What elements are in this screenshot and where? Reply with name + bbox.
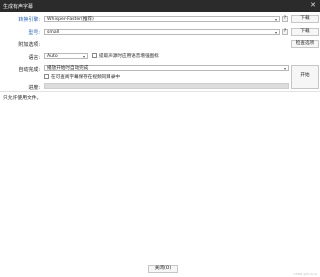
chevron-down-icon: ▾ [274,30,277,35]
chevron-down-icon: ▾ [283,66,286,71]
model-type-help-button[interactable]: ? [282,29,288,35]
chevron-down-icon: ▾ [274,17,277,22]
model-type-select[interactable]: small ▾ [44,29,280,35]
extra-options-label: 附加选项: [18,42,40,48]
close-icon[interactable]: ✕ [310,2,316,9]
check-options-button[interactable]: 检查选项 [291,40,319,48]
engine-help-button[interactable]: ? [282,16,288,22]
extract-vocal-label: 提取声源时应用语音增强图标 [99,54,159,59]
model-type-value: small [47,30,60,35]
language-value: Auto [47,54,58,59]
engine-value: Whisper-Faster(推荐) [47,17,94,22]
status-text: 只允许使用文件。 [3,96,42,101]
model-type-label: 型号: [28,30,40,36]
close-button[interactable]: 关闭(O) [148,265,178,273]
progress-bar [44,83,289,89]
auto-generate-value: 播放开始时自动完成 [47,66,89,71]
auto-generate-label: 自动完成: [18,67,40,73]
engine-label: 转换引擎: [18,17,40,23]
auto-generate-select[interactable]: 播放开始时自动完成 ▾ [44,65,289,71]
model-type-download-button[interactable]: 下载 [291,28,319,36]
watermark: CSDN @Hi-Ai-Ai [293,272,317,276]
window-title: 生成有声字幕 [3,4,34,10]
start-button[interactable]: 开始 [291,65,319,89]
progress-label: 进度: [28,85,40,91]
language-select[interactable]: Auto ▾ [44,53,88,59]
save-subtitle-label: 在可查阅字幕保存在视频同目录中 [51,75,120,80]
save-subtitle-checkbox[interactable] [44,74,49,79]
divider [0,91,320,92]
chevron-down-icon: ▾ [82,54,85,59]
language-label: 语言: [28,55,40,61]
progress-fill [45,84,288,88]
title-bar: 生成有声字幕 ✕ [0,0,320,12]
engine-download-button[interactable]: 下载 [291,15,319,23]
engine-select[interactable]: Whisper-Faster(推荐) ▾ [44,16,280,22]
extract-vocal-checkbox[interactable] [92,53,97,58]
